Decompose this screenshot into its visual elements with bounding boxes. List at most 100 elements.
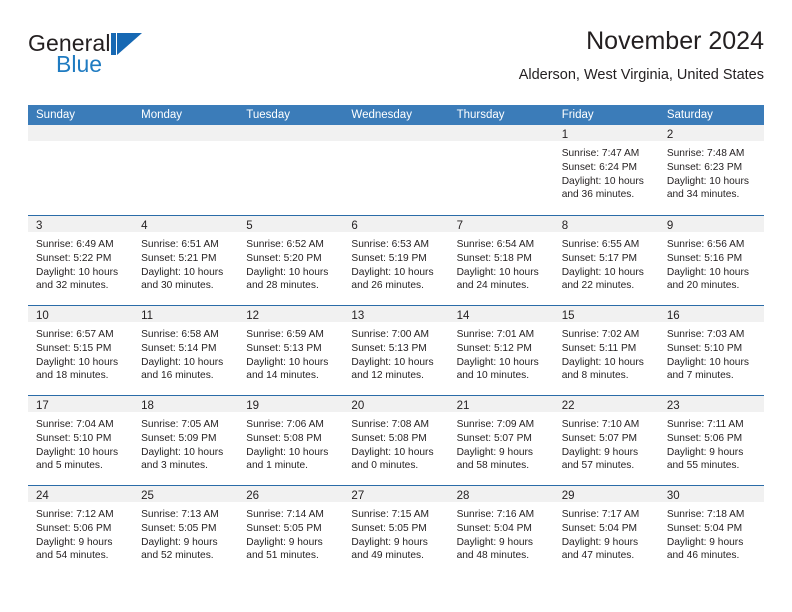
day-detail-line: Sunset: 5:19 PM (351, 252, 427, 264)
day-detail-line: Sunset: 5:08 PM (351, 432, 427, 444)
day-number-band: 30 (658, 486, 764, 502)
page-header: General Blue November 2024 Alderson, Wes… (28, 26, 764, 98)
day-detail-line: and 55 minutes. (666, 460, 740, 472)
day-detail-line: Sunset: 5:09 PM (141, 432, 217, 444)
day-cell[interactable]: 12 Sunrise: 6:59 AM Sunset: 5:13 PM Dayligh… (238, 306, 344, 395)
weekday-header-saturday: Saturday (666, 109, 713, 121)
day-detail-line: Daylight: 10 hours (36, 446, 119, 458)
day-cell[interactable]: 24 Sunrise: 7:12 AM Sunset: 5:06 PM Dayligh… (28, 486, 134, 575)
day-cell[interactable]: 29 Sunrise: 7:17 AM Sunset: 5:04 PM Dayligh… (553, 486, 659, 575)
day-cell[interactable]: 18 Sunrise: 7:05 AM Sunset: 5:09 PM Dayligh… (133, 396, 239, 485)
day-cell[interactable]: 10 Sunrise: 6:57 AM Sunset: 5:15 PM Dayligh… (28, 306, 134, 395)
day-detail-line: Sunset: 5:07 PM (561, 432, 638, 444)
day-detail-line: Sunrise: 7:03 AM (666, 329, 745, 340)
day-detail-line: Sunset: 5:17 PM (561, 252, 638, 264)
day-detail-text: Sunrise: 6:51 AM Sunset: 5:21 PM Daylight:… (133, 232, 238, 293)
day-number: 29 (561, 490, 575, 502)
day-detail-text: Sunrise: 7:00 AM Sunset: 5:13 PM Daylight:… (343, 322, 448, 383)
day-detail-line: Daylight: 10 hours (351, 446, 434, 458)
brand-logo[interactable]: General Blue (28, 30, 228, 90)
day-number-band: 28 (448, 486, 554, 502)
day-detail-line: Sunrise: 7:47 AM (561, 148, 640, 159)
weekday-header-sunday: Sunday (36, 109, 76, 121)
day-detail-line: Daylight: 10 hours (246, 356, 329, 368)
day-detail-line: and 20 minutes. (666, 280, 740, 292)
day-cell[interactable]: 25 Sunrise: 7:13 AM Sunset: 5:05 PM Dayligh… (133, 486, 239, 575)
day-number: 3 (36, 220, 43, 232)
day-detail-line: Daylight: 9 hours (561, 536, 639, 548)
day-cell[interactable]: 7 Sunrise: 6:54 AM Sunset: 5:18 PM Daylight… (448, 216, 554, 305)
day-cell[interactable]: 20 Sunrise: 7:08 AM Sunset: 5:08 PM Dayligh… (343, 396, 449, 485)
day-cell[interactable]: 17 Sunrise: 7:04 AM Sunset: 5:10 PM Dayligh… (28, 396, 134, 485)
day-cell[interactable]: 16 Sunrise: 7:03 AM Sunset: 5:10 PM Dayligh… (658, 306, 764, 395)
day-detail-line: and 8 minutes. (561, 370, 629, 382)
day-number-band: 22 (553, 396, 659, 412)
day-detail-line: and 24 minutes. (456, 280, 530, 292)
day-cell[interactable]: 11 Sunrise: 6:58 AM Sunset: 5:14 PM Dayligh… (133, 306, 239, 395)
day-detail-line: Sunrise: 6:53 AM (351, 239, 430, 250)
day-detail-line: Sunrise: 7:12 AM (36, 509, 114, 520)
day-cell[interactable]: 9 Sunrise: 6:56 AM Sunset: 5:16 PM Daylight… (658, 216, 764, 305)
day-detail-line: Daylight: 10 hours (246, 446, 329, 458)
day-number-band: 18 (133, 396, 239, 412)
day-detail-line: and 1 minute. (246, 460, 309, 472)
day-detail-text (238, 141, 343, 147)
title-block: November 2024 Alderson, West Virginia, U… (519, 26, 764, 85)
day-detail-line: and 26 minutes. (351, 280, 424, 292)
day-detail-text: Sunrise: 7:48 AM Sunset: 6:23 PM Daylight:… (659, 141, 764, 202)
day-detail-line: and 3 minutes. (141, 460, 208, 472)
day-detail-line: and 16 minutes. (141, 370, 214, 382)
day-number-band: 20 (343, 396, 449, 412)
day-cell[interactable]: 13 Sunrise: 7:00 AM Sunset: 5:13 PM Dayligh… (343, 306, 449, 395)
day-number-band: 7 (448, 216, 554, 232)
day-cell[interactable]: 21 Sunrise: 7:09 AM Sunset: 5:07 PM Dayligh… (448, 396, 554, 485)
day-number-band: 23 (658, 396, 764, 412)
day-number: 10 (36, 310, 49, 322)
brand-name-blue: Blue (56, 51, 103, 77)
day-cell[interactable]: 15 Sunrise: 7:02 AM Sunset: 5:11 PM Dayligh… (553, 306, 659, 395)
day-detail-text: Sunrise: 7:01 AM Sunset: 5:12 PM Daylight:… (449, 322, 554, 383)
day-detail-text (343, 141, 448, 147)
day-detail-line: Daylight: 9 hours (666, 536, 744, 548)
day-cell[interactable]: 30 Sunrise: 7:18 AM Sunset: 5:04 PM Dayligh… (658, 486, 764, 575)
day-detail-line: Sunrise: 7:18 AM (666, 509, 745, 520)
day-detail-line: Sunrise: 7:10 AM (561, 419, 640, 430)
day-cell[interactable]: 19 Sunrise: 7:06 AM Sunset: 5:08 PM Dayligh… (238, 396, 344, 485)
day-detail-text: Sunrise: 6:58 AM Sunset: 5:14 PM Daylight:… (133, 322, 238, 383)
day-detail-line: Sunrise: 7:11 AM (666, 419, 744, 430)
day-number: 26 (246, 490, 260, 502)
day-cell[interactable]: 27 Sunrise: 7:15 AM Sunset: 5:05 PM Dayligh… (343, 486, 449, 575)
day-number: 8 (561, 220, 569, 232)
day-cell[interactable]: 6 Sunrise: 6:53 AM Sunset: 5:19 PM Daylight… (343, 216, 449, 305)
day-detail-line: Sunset: 5:05 PM (351, 522, 427, 534)
day-detail-line: Sunrise: 7:48 AM (666, 148, 745, 159)
day-detail-line: Sunset: 5:21 PM (141, 252, 217, 264)
day-detail-line: Sunset: 5:18 PM (456, 252, 532, 264)
day-cell[interactable]: 2 Sunrise: 7:48 AM Sunset: 6:23 PM Daylight… (658, 125, 764, 215)
day-cell[interactable]: 4 Sunrise: 6:51 AM Sunset: 5:21 PM Daylight… (133, 216, 239, 305)
day-cell[interactable]: 3 Sunrise: 6:49 AM Sunset: 5:22 PM Daylight… (28, 216, 134, 305)
day-detail-text: Sunrise: 6:57 AM Sunset: 5:15 PM Daylight:… (28, 322, 133, 383)
day-detail-line: Daylight: 9 hours (246, 536, 323, 548)
day-detail-line: Sunset: 5:04 PM (666, 522, 743, 534)
day-number-band (238, 125, 344, 141)
day-cell[interactable]: 26 Sunrise: 7:14 AM Sunset: 5:05 PM Dayligh… (238, 486, 344, 575)
day-detail-line: Daylight: 9 hours (456, 446, 534, 458)
day-number-band: 8 (553, 216, 659, 232)
day-detail-line: Daylight: 10 hours (351, 356, 434, 368)
day-cell[interactable]: 1 Sunrise: 7:47 AM Sunset: 6:24 PM Daylight… (553, 125, 659, 215)
day-cell[interactable]: 5 Sunrise: 6:52 AM Sunset: 5:20 PM Daylight… (238, 216, 344, 305)
day-number: 11 (141, 310, 154, 322)
day-cell[interactable]: 22 Sunrise: 7:10 AM Sunset: 5:07 PM Dayligh… (553, 396, 659, 485)
day-number: 23 (666, 400, 680, 412)
day-cell[interactable]: 14 Sunrise: 7:01 AM Sunset: 5:12 PM Dayligh… (448, 306, 554, 395)
day-detail-line: Sunrise: 7:08 AM (351, 419, 430, 430)
day-number: 4 (141, 220, 148, 232)
day-detail-line: Sunrise: 6:58 AM (141, 329, 219, 340)
day-cell[interactable]: 8 Sunrise: 6:55 AM Sunset: 5:17 PM Daylight… (553, 216, 659, 305)
day-cell[interactable]: 23 Sunrise: 7:11 AM Sunset: 5:06 PM Dayligh… (658, 396, 764, 485)
day-number-band: 14 (448, 306, 554, 322)
day-detail-line: Daylight: 10 hours (561, 175, 644, 187)
day-number: 15 (561, 310, 575, 322)
day-cell[interactable]: 28 Sunrise: 7:16 AM Sunset: 5:04 PM Dayligh… (448, 486, 554, 575)
